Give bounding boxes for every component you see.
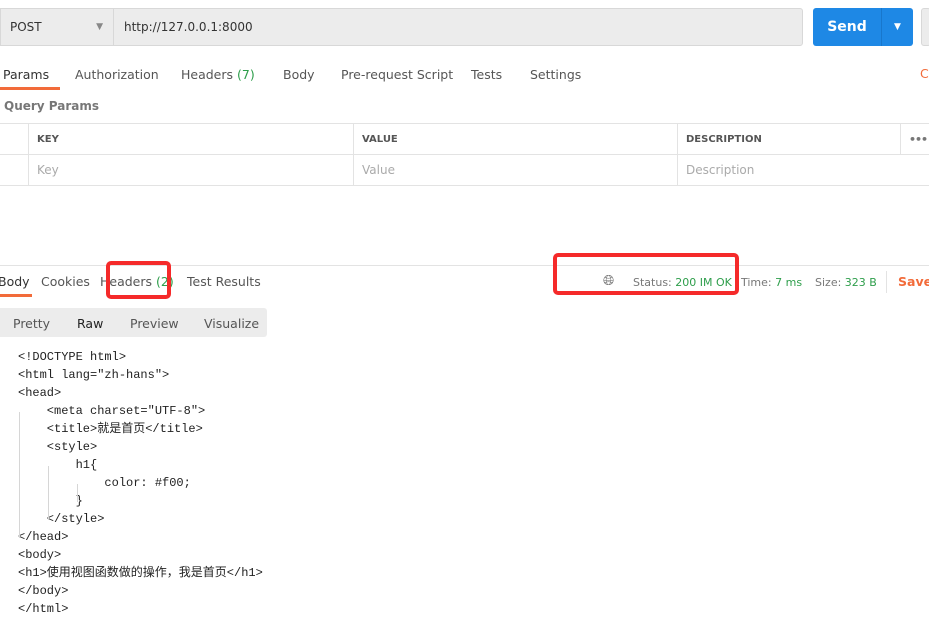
tab-body[interactable]: Body bbox=[283, 67, 315, 82]
tab-settings[interactable]: Settings bbox=[530, 67, 581, 82]
code-line: color: #f00; bbox=[18, 476, 191, 490]
size-label: Size: bbox=[815, 276, 842, 289]
send-button[interactable]: Send ▼ bbox=[813, 8, 913, 46]
indent-guide bbox=[77, 484, 78, 502]
view-mode-selector: Pretty Raw Preview Visualize bbox=[0, 308, 267, 337]
time-label: Time: bbox=[741, 276, 772, 289]
send-label: Send bbox=[827, 19, 867, 35]
code-line: </html> bbox=[18, 602, 69, 616]
code-line: } bbox=[18, 494, 83, 508]
view-visualize[interactable]: Visualize bbox=[204, 316, 259, 331]
code-line: </head> bbox=[18, 530, 69, 544]
url-value: http://127.0.0.1:8000 bbox=[124, 20, 253, 34]
code-line: <title>就是首页</title> bbox=[18, 422, 203, 436]
code-line: </body> bbox=[18, 584, 69, 598]
active-tab-underline bbox=[0, 87, 60, 90]
view-raw[interactable]: Raw bbox=[77, 316, 103, 331]
response-tab-test-results[interactable]: Test Results bbox=[187, 274, 261, 289]
column-value: VALUE bbox=[353, 124, 677, 154]
column-key: KEY bbox=[28, 124, 353, 154]
query-params-title: Query Params bbox=[4, 99, 100, 113]
code-line: <head> bbox=[18, 386, 62, 400]
code-line: <h1>使用视图函数做的操作，我是首页</h1> bbox=[18, 566, 263, 580]
status-separator bbox=[886, 271, 887, 293]
method-select[interactable]: POST ▼ bbox=[0, 8, 113, 46]
cookies-link[interactable]: C bbox=[920, 66, 929, 81]
key-input[interactable]: Key bbox=[28, 155, 353, 185]
save-response-button[interactable]: Save R bbox=[898, 274, 929, 289]
response-body-code[interactable]: <!DOCTYPE html> <html lang="zh-hans"> <h… bbox=[18, 348, 263, 618]
time-readout: Time: 7 ms bbox=[741, 276, 802, 289]
code-line: h1{ bbox=[18, 458, 98, 472]
method-value: POST bbox=[10, 20, 42, 34]
view-pretty[interactable]: Pretty bbox=[13, 316, 50, 331]
chevron-down-icon: ▼ bbox=[96, 22, 103, 32]
code-line: <!DOCTYPE html> bbox=[18, 350, 127, 364]
table-header-row: KEY VALUE DESCRIPTION ••• bbox=[0, 124, 929, 155]
indent-guide bbox=[48, 466, 49, 520]
response-tab-body[interactable]: Body bbox=[0, 274, 30, 289]
view-preview[interactable]: Preview bbox=[130, 316, 179, 331]
size-value: 323 B bbox=[844, 276, 877, 289]
query-params-table: KEY VALUE DESCRIPTION ••• Key Value Desc… bbox=[0, 123, 929, 186]
url-input[interactable]: http://127.0.0.1:8000 bbox=[113, 8, 803, 46]
code-line: <style> bbox=[18, 440, 98, 454]
send-dropdown-icon[interactable]: ▼ bbox=[881, 8, 913, 46]
tab-authorization[interactable]: Authorization bbox=[75, 67, 159, 82]
more-options-icon[interactable]: ••• bbox=[900, 124, 929, 154]
table-row: Key Value Description bbox=[0, 155, 929, 186]
code-line: <html lang="zh-hans"> bbox=[18, 368, 170, 382]
code-line: </style> bbox=[18, 512, 105, 526]
tab-tests[interactable]: Tests bbox=[471, 67, 502, 82]
tab-headers[interactable]: Headers (7) bbox=[181, 67, 255, 82]
response-active-underline bbox=[0, 294, 32, 297]
headers-count: (7) bbox=[237, 67, 255, 82]
time-value: 7 ms bbox=[775, 276, 803, 289]
tab-headers-label: Headers bbox=[181, 67, 234, 82]
tab-params[interactable]: Params bbox=[3, 67, 49, 82]
size-readout: Size: 323 B bbox=[815, 276, 877, 289]
tab-pre-request-script[interactable]: Pre-request Script bbox=[341, 67, 453, 82]
highlight-box-status bbox=[553, 253, 739, 295]
code-line: <meta charset="UTF-8"> bbox=[18, 404, 206, 418]
column-description: DESCRIPTION bbox=[677, 124, 900, 154]
save-button[interactable] bbox=[921, 8, 929, 46]
response-tab-cookies[interactable]: Cookies bbox=[41, 274, 90, 289]
code-line: <body> bbox=[18, 548, 62, 562]
value-input[interactable]: Value bbox=[353, 155, 677, 185]
indent-guide bbox=[19, 412, 20, 538]
description-input[interactable]: Description bbox=[677, 155, 929, 185]
highlight-box-headers bbox=[106, 261, 171, 299]
